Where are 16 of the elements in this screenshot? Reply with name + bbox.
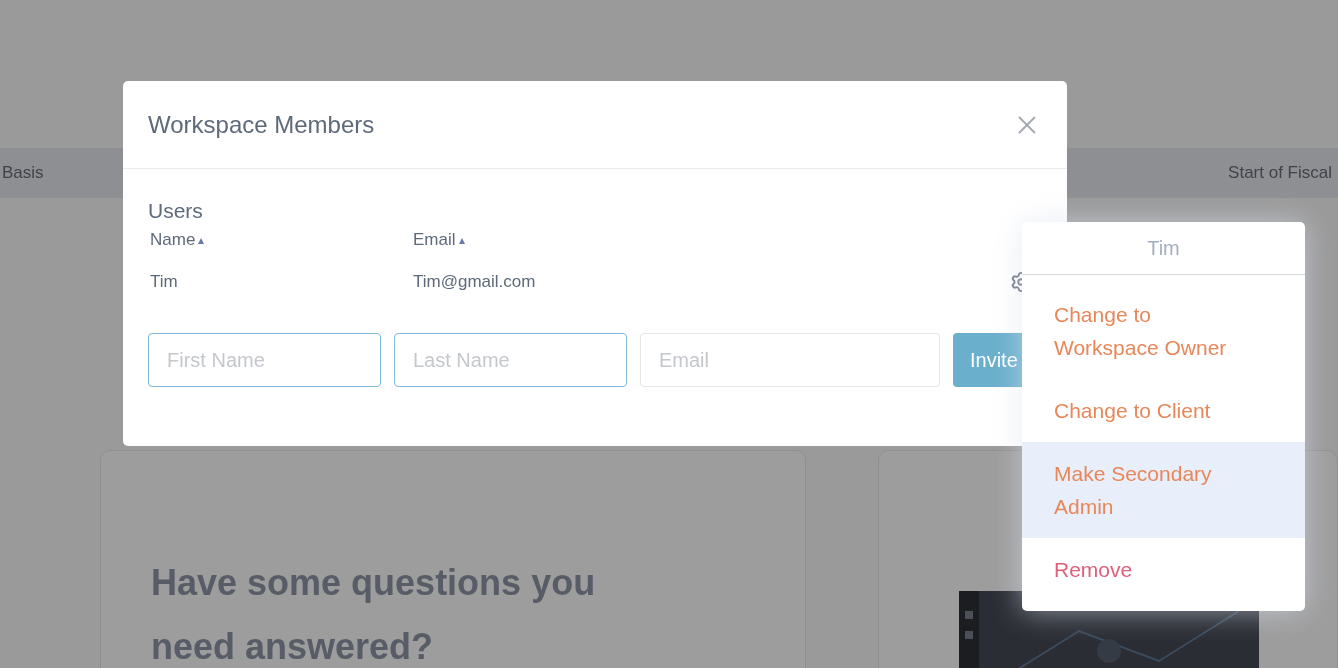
menu-item[interactable]: Change to Client	[1022, 379, 1305, 442]
table-cell-text: Tim	[150, 271, 179, 294]
section-title: Users	[148, 198, 204, 224]
dialog-title: Workspace Members	[148, 109, 375, 140]
column-header: Start of Fiscal	[1228, 162, 1332, 185]
menu-item[interactable]: Make Secondary Admin	[1022, 442, 1305, 538]
menu-item[interactable]: Change to Workspace Owner	[1022, 283, 1305, 379]
menu-item[interactable]: Remove	[1022, 538, 1305, 601]
menu-title: Tim	[1022, 222, 1305, 275]
column-header: Basis	[2, 162, 44, 185]
input-field[interactable]: First Name	[148, 333, 381, 387]
column-header[interactable]: Email ▴	[413, 227, 465, 253]
table-cell-text: Tim@gmail.com	[413, 271, 536, 294]
input-field[interactable]: Last Name	[394, 333, 627, 387]
column-header[interactable]: Name ▴	[150, 227, 413, 253]
card-heading: Have some questions you need answered?	[151, 561, 597, 668]
